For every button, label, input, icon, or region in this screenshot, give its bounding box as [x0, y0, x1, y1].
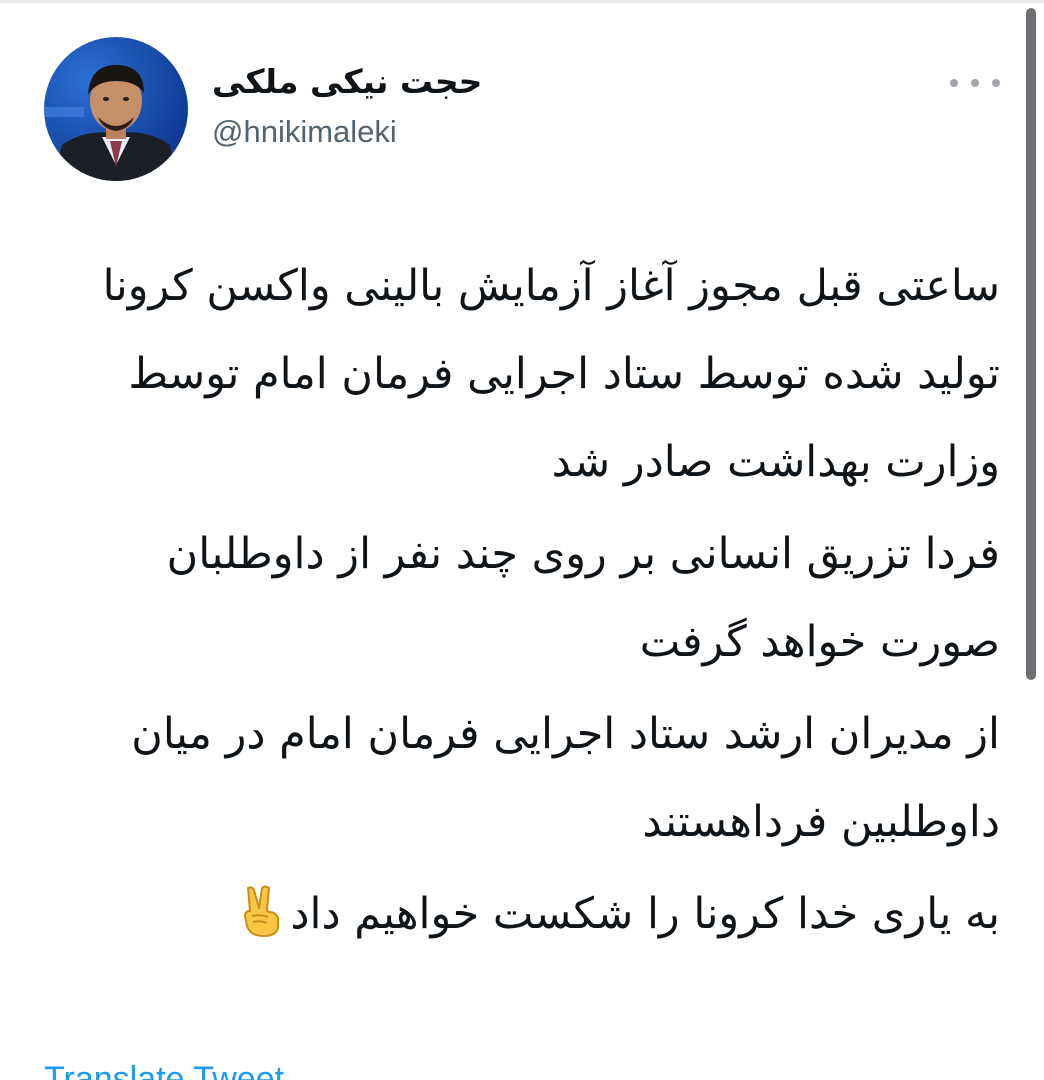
more-dot	[992, 79, 1000, 87]
tweet-text: ساعتی قبل مجوز آغاز آزمایش بالینی واکسن …	[44, 242, 1000, 962]
victory-hand-icon	[238, 880, 284, 937]
tweet-paragraph: فردا تزریق انسانی بر روی چند نفر از داوط…	[166, 529, 1000, 667]
display-name[interactable]: حجت نیکی ملکی	[212, 62, 482, 102]
avatar[interactable]	[44, 37, 188, 181]
tweet-paragraph-last: به یاری خدا کرونا را شکست خواهیم داد	[44, 870, 1000, 958]
more-dot	[971, 79, 979, 87]
more-dot	[950, 79, 958, 87]
tweet-screen: حجت نیکی ملکی @hnikimaleki ساعتی قبل مجو…	[0, 0, 1044, 1080]
tweet-paragraph: به یاری خدا کرونا را شکست خواهیم داد	[290, 889, 1000, 939]
tweet-paragraph: از مدیران ارشد ستاد اجرایی فرمان امام در…	[131, 709, 1000, 847]
more-options-icon[interactable]	[950, 66, 1000, 100]
tweet-paragraph: ساعتی قبل مجوز آغاز آزمایش بالینی واکسن …	[102, 261, 1000, 487]
scrollbar[interactable]	[1026, 8, 1036, 680]
user-handle[interactable]: @hnikimaleki	[212, 112, 397, 152]
translate-tweet-link[interactable]: Translate Tweet	[44, 1054, 284, 1080]
top-divider	[0, 0, 1044, 3]
